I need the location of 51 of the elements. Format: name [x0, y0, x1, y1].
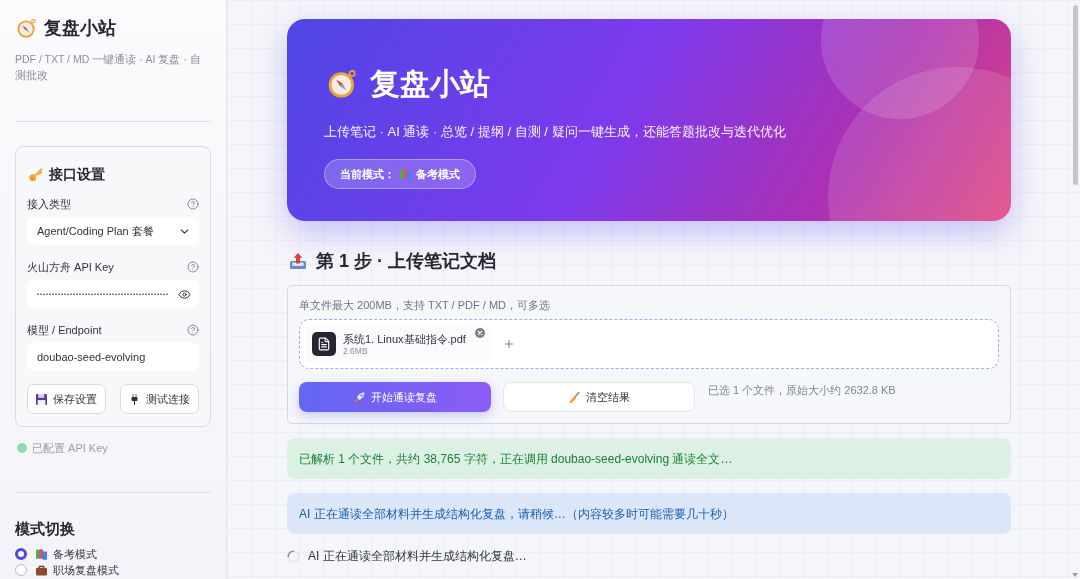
hero-subtitle: 上传笔记 · AI 通读 · 总览 / 提纲 / 自测 / 疑问一键生成，还能答题批改与迭代优化 [324, 123, 787, 141]
briefcase-icon [36, 564, 47, 576]
field-label: 接入类型 [27, 197, 71, 212]
books-icon [36, 548, 47, 560]
compass-icon [328, 70, 356, 98]
rocket-icon [353, 391, 365, 403]
add-file-icon[interactable] [502, 338, 515, 350]
app-title: 复盘小站 [44, 17, 116, 40]
status-text: 已配置 API Key [32, 441, 108, 456]
start-review-button[interactable]: 开始通读复盘 [299, 382, 491, 412]
file-dropzone[interactable]: 系统1. Linux基础指令.pdf 2.6MB [299, 319, 999, 369]
radio-option[interactable]: 职场复盘模式 [15, 563, 211, 577]
text-field[interactable]: doubao-seed-evolving [27, 343, 199, 371]
info-message: AI 正在通读全部材料并生成结构化复盘，请稍候…（内容较多时可能需要几十秒） [287, 493, 1011, 534]
step-title: 第 1 步 · 上传笔记文档 [316, 250, 496, 272]
help-icon[interactable] [187, 324, 199, 336]
outbox-tray-icon [290, 253, 306, 269]
scrollbar-thumb[interactable] [1073, 5, 1078, 185]
app-subtitle: PDF / TXT / MD 一键通读 · AI 复盘 · 自测批改 [15, 52, 202, 83]
file-size: 2.6MB [343, 345, 369, 357]
test-connection-button[interactable]: 测试连接 [120, 384, 199, 414]
section-title: 模式切换 [15, 520, 76, 539]
panel-title: 接口设置 [49, 165, 105, 184]
field-label: 模型 / Endpoint [27, 323, 102, 338]
eye-icon[interactable] [178, 287, 191, 301]
loading-text: AI 正在通读全部材料并生成结构化复盘… [308, 548, 527, 564]
plug-icon [129, 393, 140, 405]
selection-summary: 已选 1 个文件，原始大小约 2632.8 KB [708, 383, 896, 398]
mode-value: 备考模式 [416, 166, 460, 182]
remove-file-icon[interactable] [474, 328, 485, 338]
mode-label: 当前模式： [340, 166, 395, 182]
loading-spinner-icon [287, 549, 300, 563]
select-field[interactable]: Agent/Coding Plan 套餐 [27, 217, 199, 245]
file-icon [312, 332, 336, 356]
scroll-down-arrow-icon[interactable] [1072, 573, 1078, 577]
field-label: 火山方舟 API Key [27, 260, 114, 275]
radio-button[interactable] [15, 564, 27, 576]
save-settings-button[interactable]: 保存设置 [27, 384, 106, 414]
success-message: 已解析 1 个文件，共约 38,765 字符，正在调用 doubao-seed-evolving 通读全文… [287, 438, 1011, 479]
upload-hint: 单文件最大 200MB，支持 TXT / PDF / MD，可多选 [299, 298, 551, 313]
radio-option[interactable]: 备考模式 [15, 547, 211, 561]
books-icon [400, 168, 411, 180]
clear-results-button[interactable]: 清空结果 [503, 382, 695, 412]
key-icon [29, 168, 43, 182]
radio-button[interactable] [15, 548, 27, 560]
compass-icon [17, 18, 36, 38]
help-icon[interactable] [187, 198, 199, 210]
help-icon[interactable] [187, 261, 199, 273]
file-name: 系统1. Linux基础指令.pdf [343, 331, 466, 346]
broom-icon [568, 391, 580, 403]
hero-title: 复盘小站 [370, 66, 490, 102]
